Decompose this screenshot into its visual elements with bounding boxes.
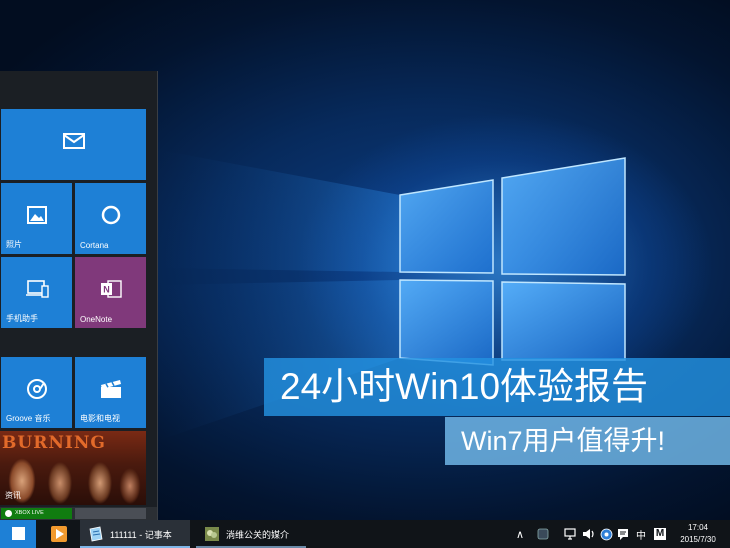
movies-tv-tile[interactable]: 电影和电视 xyxy=(75,357,146,428)
media-player-taskbar-button[interactable] xyxy=(44,520,74,548)
tray-app-icon-glyph xyxy=(537,528,549,540)
logo-pane-bottom-left xyxy=(399,279,494,366)
media-player-icon xyxy=(51,526,67,542)
start-button[interactable] xyxy=(0,520,36,548)
game-tile-partial[interactable] xyxy=(75,508,146,519)
taskbar-app-chat[interactable]: 淌维公关的媒介 xyxy=(196,520,306,548)
volume-tray-button[interactable] xyxy=(581,520,597,548)
mail-icon xyxy=(62,132,85,149)
clapperboard-icon xyxy=(100,379,121,398)
light-beam-upper xyxy=(160,150,400,272)
photos-tile[interactable]: 照片 xyxy=(1,183,72,254)
svg-text:N: N xyxy=(103,284,110,294)
groove-music-tile-label: Groove 音乐 xyxy=(6,414,51,423)
phone-companion-icon xyxy=(25,280,49,298)
cortana-tile[interactable]: Cortana xyxy=(75,183,146,254)
network-tray-button[interactable] xyxy=(563,520,579,548)
onenote-tile-label: OneNote xyxy=(80,315,113,324)
photo-icon xyxy=(26,205,47,224)
clock-time: 17:04 xyxy=(687,523,709,532)
onenote-icon: N xyxy=(100,280,122,298)
news-tile[interactable]: BURNING 资讯 xyxy=(0,431,146,505)
chat-app-icon xyxy=(205,527,219,541)
network-icon xyxy=(564,528,576,540)
headline-banner: 24小时Win10体验报告 xyxy=(264,358,730,416)
tray-app-icon[interactable] xyxy=(535,520,551,548)
movies-tv-tile-label: 电影和电视 xyxy=(80,414,120,423)
subheadline-banner: Win7用户值得升! xyxy=(445,417,730,465)
logo-pane-top-left xyxy=(399,179,494,274)
globe-icon xyxy=(600,528,612,540)
taskbar-clock[interactable]: 17:04 2015/7/30 xyxy=(668,522,728,546)
groove-music-icon xyxy=(26,378,47,399)
onenote-tile[interactable]: N OneNote xyxy=(75,257,146,328)
taskbar-app-notepad[interactable]: 111111 - 记事本 xyxy=(80,520,190,548)
logo-pane-bottom-right xyxy=(501,281,626,361)
action-center-button[interactable] xyxy=(615,520,631,548)
photos-tile-label: 照片 xyxy=(6,240,22,249)
windows-start-icon xyxy=(12,527,25,540)
browser-tray-button[interactable] xyxy=(598,520,614,548)
chat-taskbar-label: 淌维公关的媒介 xyxy=(226,529,290,540)
xbox-live-badge[interactable]: XBOX LIVE xyxy=(1,508,72,519)
notepad-icon xyxy=(89,526,103,542)
taskbar: 111111 - 记事本 淌维公关的媒介 ∧ 中 M 17:04 2015/7/… xyxy=(0,520,730,548)
speaker-icon xyxy=(583,529,594,539)
m-app-tray-button[interactable]: M xyxy=(653,520,667,548)
clock-date: 2015/7/30 xyxy=(680,535,716,544)
show-hidden-icons-chevron[interactable]: ∧ xyxy=(512,520,528,548)
phone-companion-tile[interactable]: 手机助手 xyxy=(1,257,72,328)
cortana-tile-label: Cortana xyxy=(80,241,109,250)
phone-companion-tile-label: 手机助手 xyxy=(6,314,38,323)
logo-pane-top-right xyxy=(501,157,626,276)
groove-music-tile[interactable]: Groove 音乐 xyxy=(1,357,72,428)
m-app-badge: M xyxy=(654,528,666,540)
news-image-title: BURNING xyxy=(2,433,106,453)
news-tile-label: 资讯 xyxy=(5,491,21,500)
input-method-indicator[interactable]: 中 xyxy=(633,520,649,548)
mail-tile[interactable] xyxy=(1,109,146,180)
xbox-tile-strip: XBOX LIVE xyxy=(0,507,157,520)
start-menu: 照片 Cortana 手机助手 N OneNote Groove 音乐 电影和电… xyxy=(0,71,158,520)
notepad-taskbar-label: 111111 - 记事本 xyxy=(110,529,172,540)
cortana-ring-icon xyxy=(101,205,120,225)
notification-icon xyxy=(618,529,628,540)
